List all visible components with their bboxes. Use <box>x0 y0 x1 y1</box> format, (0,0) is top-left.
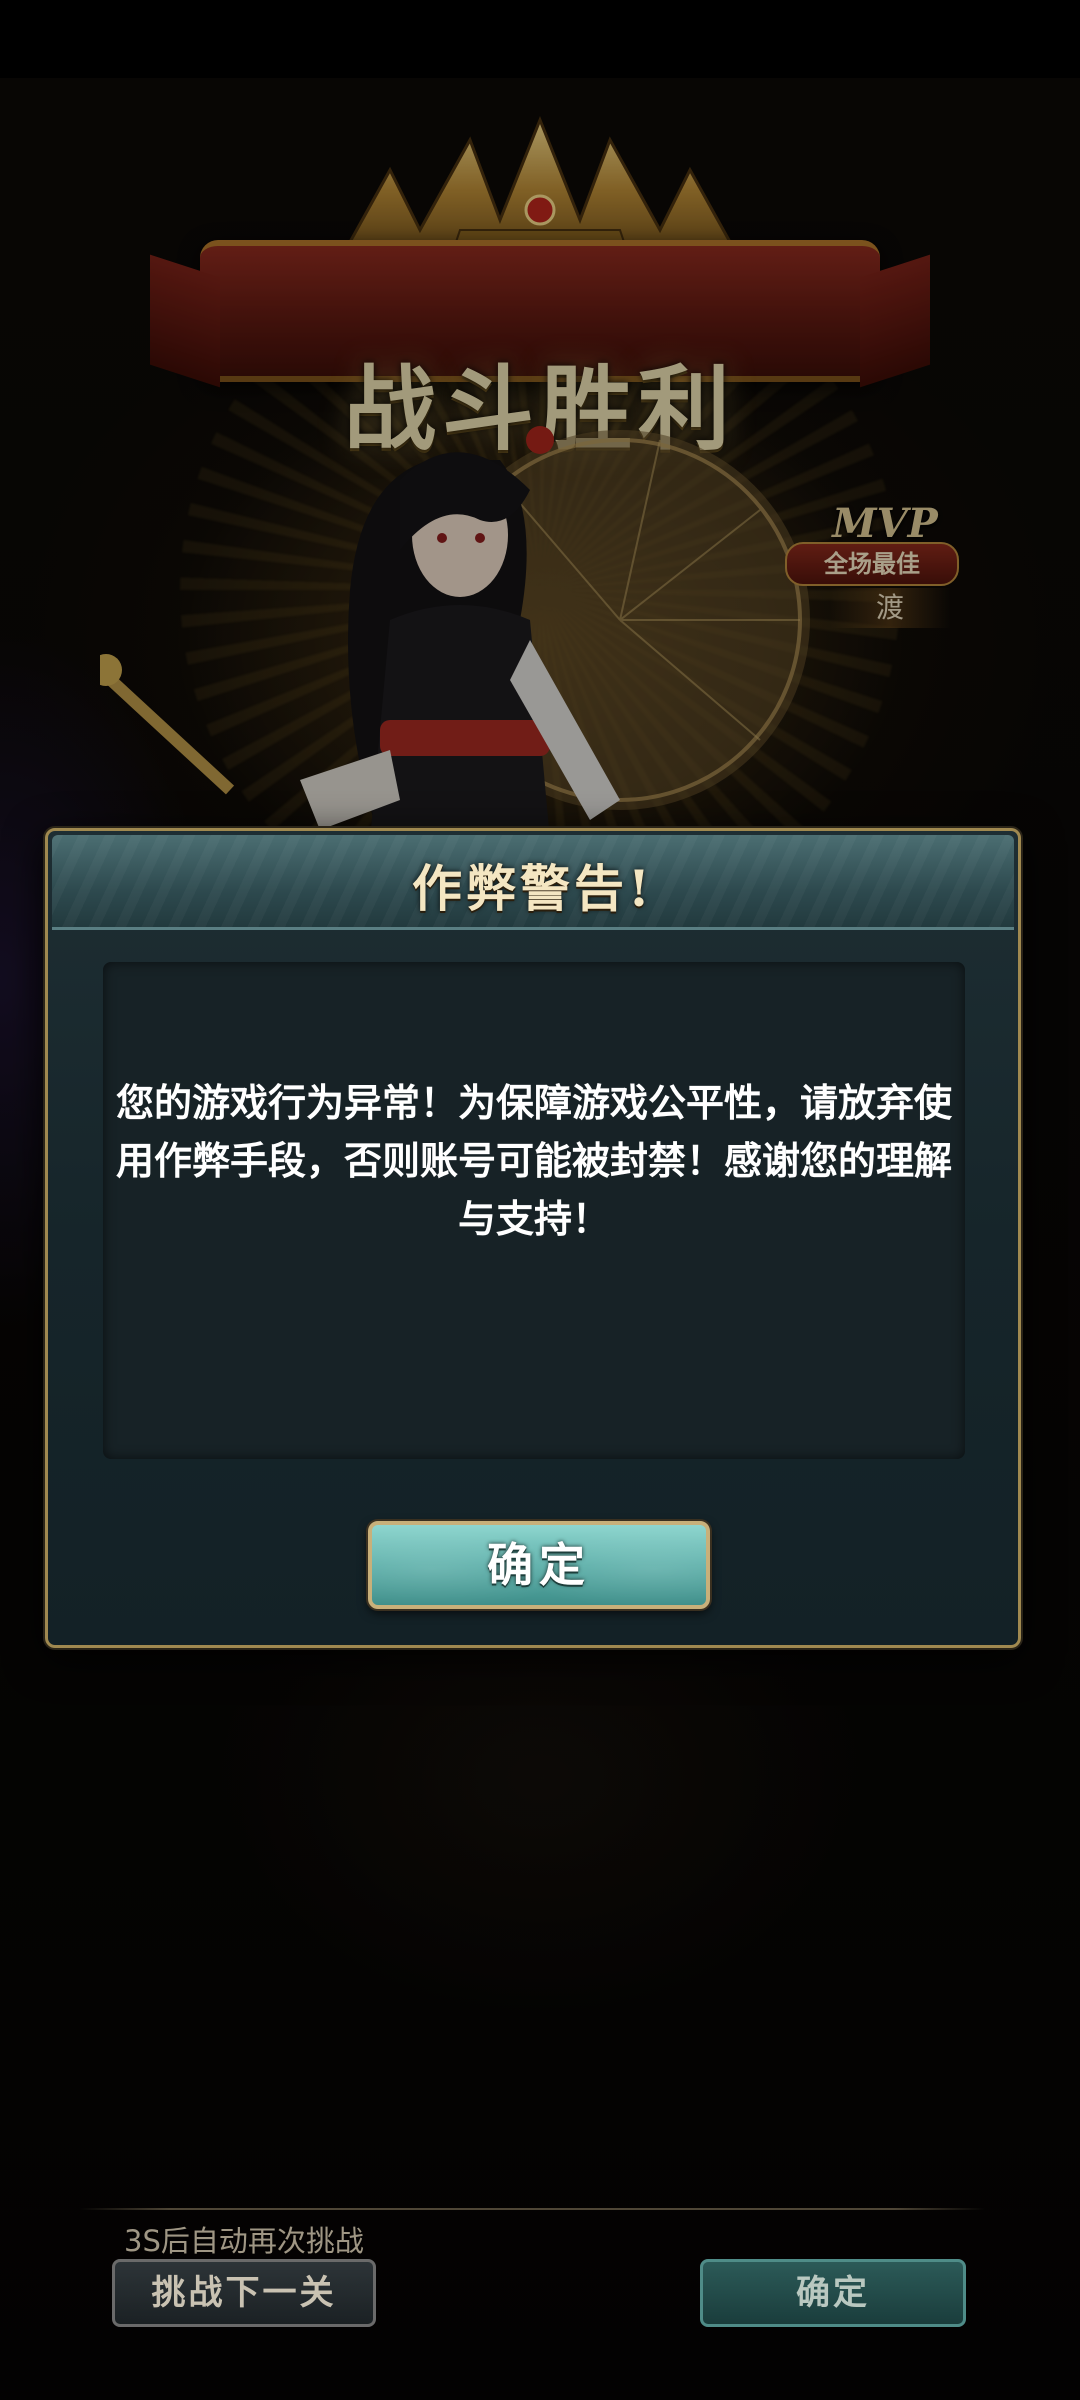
dialog-title: 作弊警告! <box>412 859 654 918</box>
dialog-confirm-button[interactable]: 确定 <box>368 1521 710 1609</box>
dialog-message-box: 您的游戏行为异常！为保障游戏公平性，请放弃使用作弊手段，否则账号可能被封禁！感谢… <box>103 962 965 1459</box>
cheat-warning-dialog: 作弊警告! 您的游戏行为异常！为保障游戏公平性，请放弃使用作弊手段，否则账号可能… <box>45 828 1021 1648</box>
dialog-message: 您的游戏行为异常！为保障游戏公平性，请放弃使用作弊手段，否则账号可能被封禁！感谢… <box>115 1081 952 1241</box>
auto-retry-countdown: 3S后自动再次挑战 <box>124 2224 364 2258</box>
game-screen: 战斗胜利 MVP 全场最佳 渡 作弊警告! 您的游戏行为异常！为保障游戏公平性，… <box>0 0 1080 2400</box>
status-bar <box>0 0 1080 78</box>
bottom-divider <box>80 2208 985 2210</box>
dialog-confirm-label: 确定 <box>487 1538 591 1592</box>
next-level-button[interactable]: 挑战下一关 <box>112 2259 376 2327</box>
dialog-header: 作弊警告! <box>52 835 1014 930</box>
bottom-confirm-button[interactable]: 确定 <box>700 2259 966 2327</box>
